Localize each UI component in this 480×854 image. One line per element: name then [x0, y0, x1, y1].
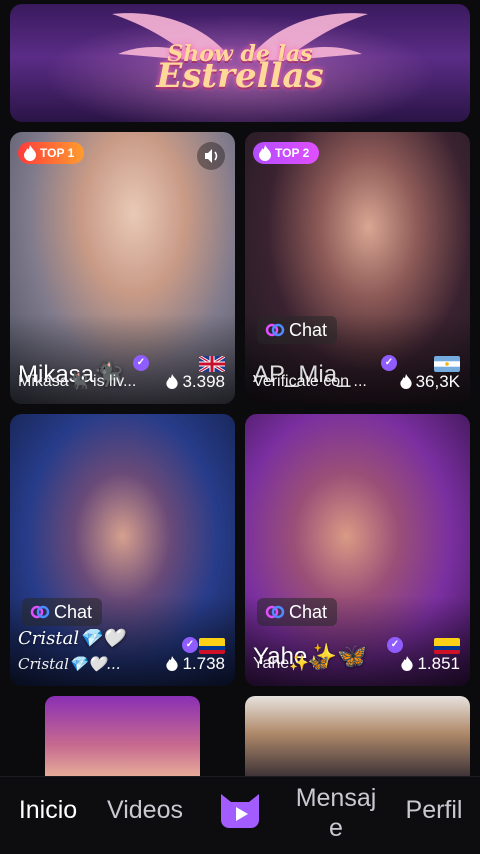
verified-icon: ✓	[182, 637, 198, 653]
view-count-value: 3.398	[182, 372, 225, 391]
banner-title: Show de las Estrellas	[10, 42, 470, 96]
tab-mensaje-label-1: Mensaj	[295, 784, 377, 812]
flame-icon	[399, 374, 412, 389]
promo-banner[interactable]: Show de las Estrellas	[10, 4, 470, 122]
flame-icon	[259, 145, 271, 161]
view-count-value: 1.851	[417, 654, 460, 673]
stream-title: Cristal💎🤍...	[18, 655, 121, 673]
tab-videos-label: Videos	[107, 796, 183, 824]
stream-card[interactable]: TOP 2 Chat AP_Mia_ ✓ Verificate con ... …	[245, 132, 470, 404]
view-count: 3.398	[166, 372, 225, 392]
chat-link-icon	[265, 323, 285, 337]
tab-inicio[interactable]: Inicio	[6, 795, 90, 835]
chat-link-icon	[30, 605, 50, 619]
chat-button[interactable]: Chat	[257, 316, 338, 344]
stream-card[interactable]: Chat Yahe✨🦋 ✓ Yahe✨🦋 1.851	[245, 414, 470, 686]
flag-co-icon	[434, 638, 460, 654]
chat-label: Chat	[54, 602, 93, 622]
flag-gb-icon	[199, 356, 225, 372]
tab-perfil[interactable]: Perfil	[396, 795, 472, 835]
flame-icon	[166, 374, 179, 389]
stream-thumbnail	[45, 696, 200, 778]
verified-icon: ✓	[387, 637, 403, 653]
verified-icon: ✓	[133, 355, 149, 371]
banner-title-line2: Estrellas	[156, 56, 324, 96]
stream-card-partial[interactable]	[245, 696, 470, 778]
streamer-name: Cristal💎🤍	[18, 628, 124, 649]
rank-badge: TOP 1	[18, 142, 85, 164]
stream-title: Mikasa🐈‍⬛ is liv...	[18, 373, 137, 390]
view-count: 1.851	[401, 654, 460, 674]
rank-label: TOP 1	[40, 146, 75, 160]
view-count: 1.738	[166, 654, 225, 674]
stream-title: Verificate con ...	[253, 373, 367, 390]
view-count-value: 1.738	[182, 654, 225, 673]
flame-icon	[401, 656, 414, 671]
chat-label: Chat	[289, 320, 328, 340]
view-count-value: 36,3K	[415, 372, 460, 391]
tab-videos[interactable]: Videos	[96, 795, 194, 835]
verified-icon: ✓	[381, 355, 397, 371]
chat-label: Chat	[289, 602, 328, 622]
stream-title: Yahe✨🦋	[253, 655, 330, 672]
flame-icon	[166, 656, 179, 671]
tab-mensaje-label-2: e	[329, 814, 343, 842]
view-count: 36,3K	[399, 372, 460, 392]
flag-ar-icon	[434, 356, 460, 372]
chat-link-icon	[265, 605, 285, 619]
chat-button[interactable]: Chat	[22, 598, 103, 626]
flame-icon	[24, 145, 36, 161]
sound-icon	[205, 149, 218, 163]
flag-co-icon	[199, 638, 225, 654]
rank-badge: TOP 2	[253, 142, 320, 164]
sound-toggle[interactable]	[197, 142, 225, 170]
stream-card[interactable]: TOP 1 Mikasa🐈‍⬛ ✓ Mikasa🐈‍⬛ is liv... 3.…	[10, 132, 235, 404]
stream-card-partial[interactable]	[45, 696, 200, 778]
stream-thumbnail	[245, 696, 470, 778]
stream-card[interactable]: Chat Cristal💎🤍 ✓ Cristal💎🤍... 1.738	[10, 414, 235, 686]
cat-logo-icon[interactable]	[217, 790, 263, 830]
tab-inicio-label: Inicio	[18, 796, 78, 824]
rank-label: TOP 2	[275, 146, 310, 160]
tab-mensaje[interactable]: Mensaj e	[282, 783, 390, 847]
chat-button[interactable]: Chat	[257, 598, 338, 626]
bottom-tab-bar: Inicio Videos Mensaj e Perfil	[0, 776, 480, 854]
tab-perfil-label: Perfil	[405, 796, 463, 824]
